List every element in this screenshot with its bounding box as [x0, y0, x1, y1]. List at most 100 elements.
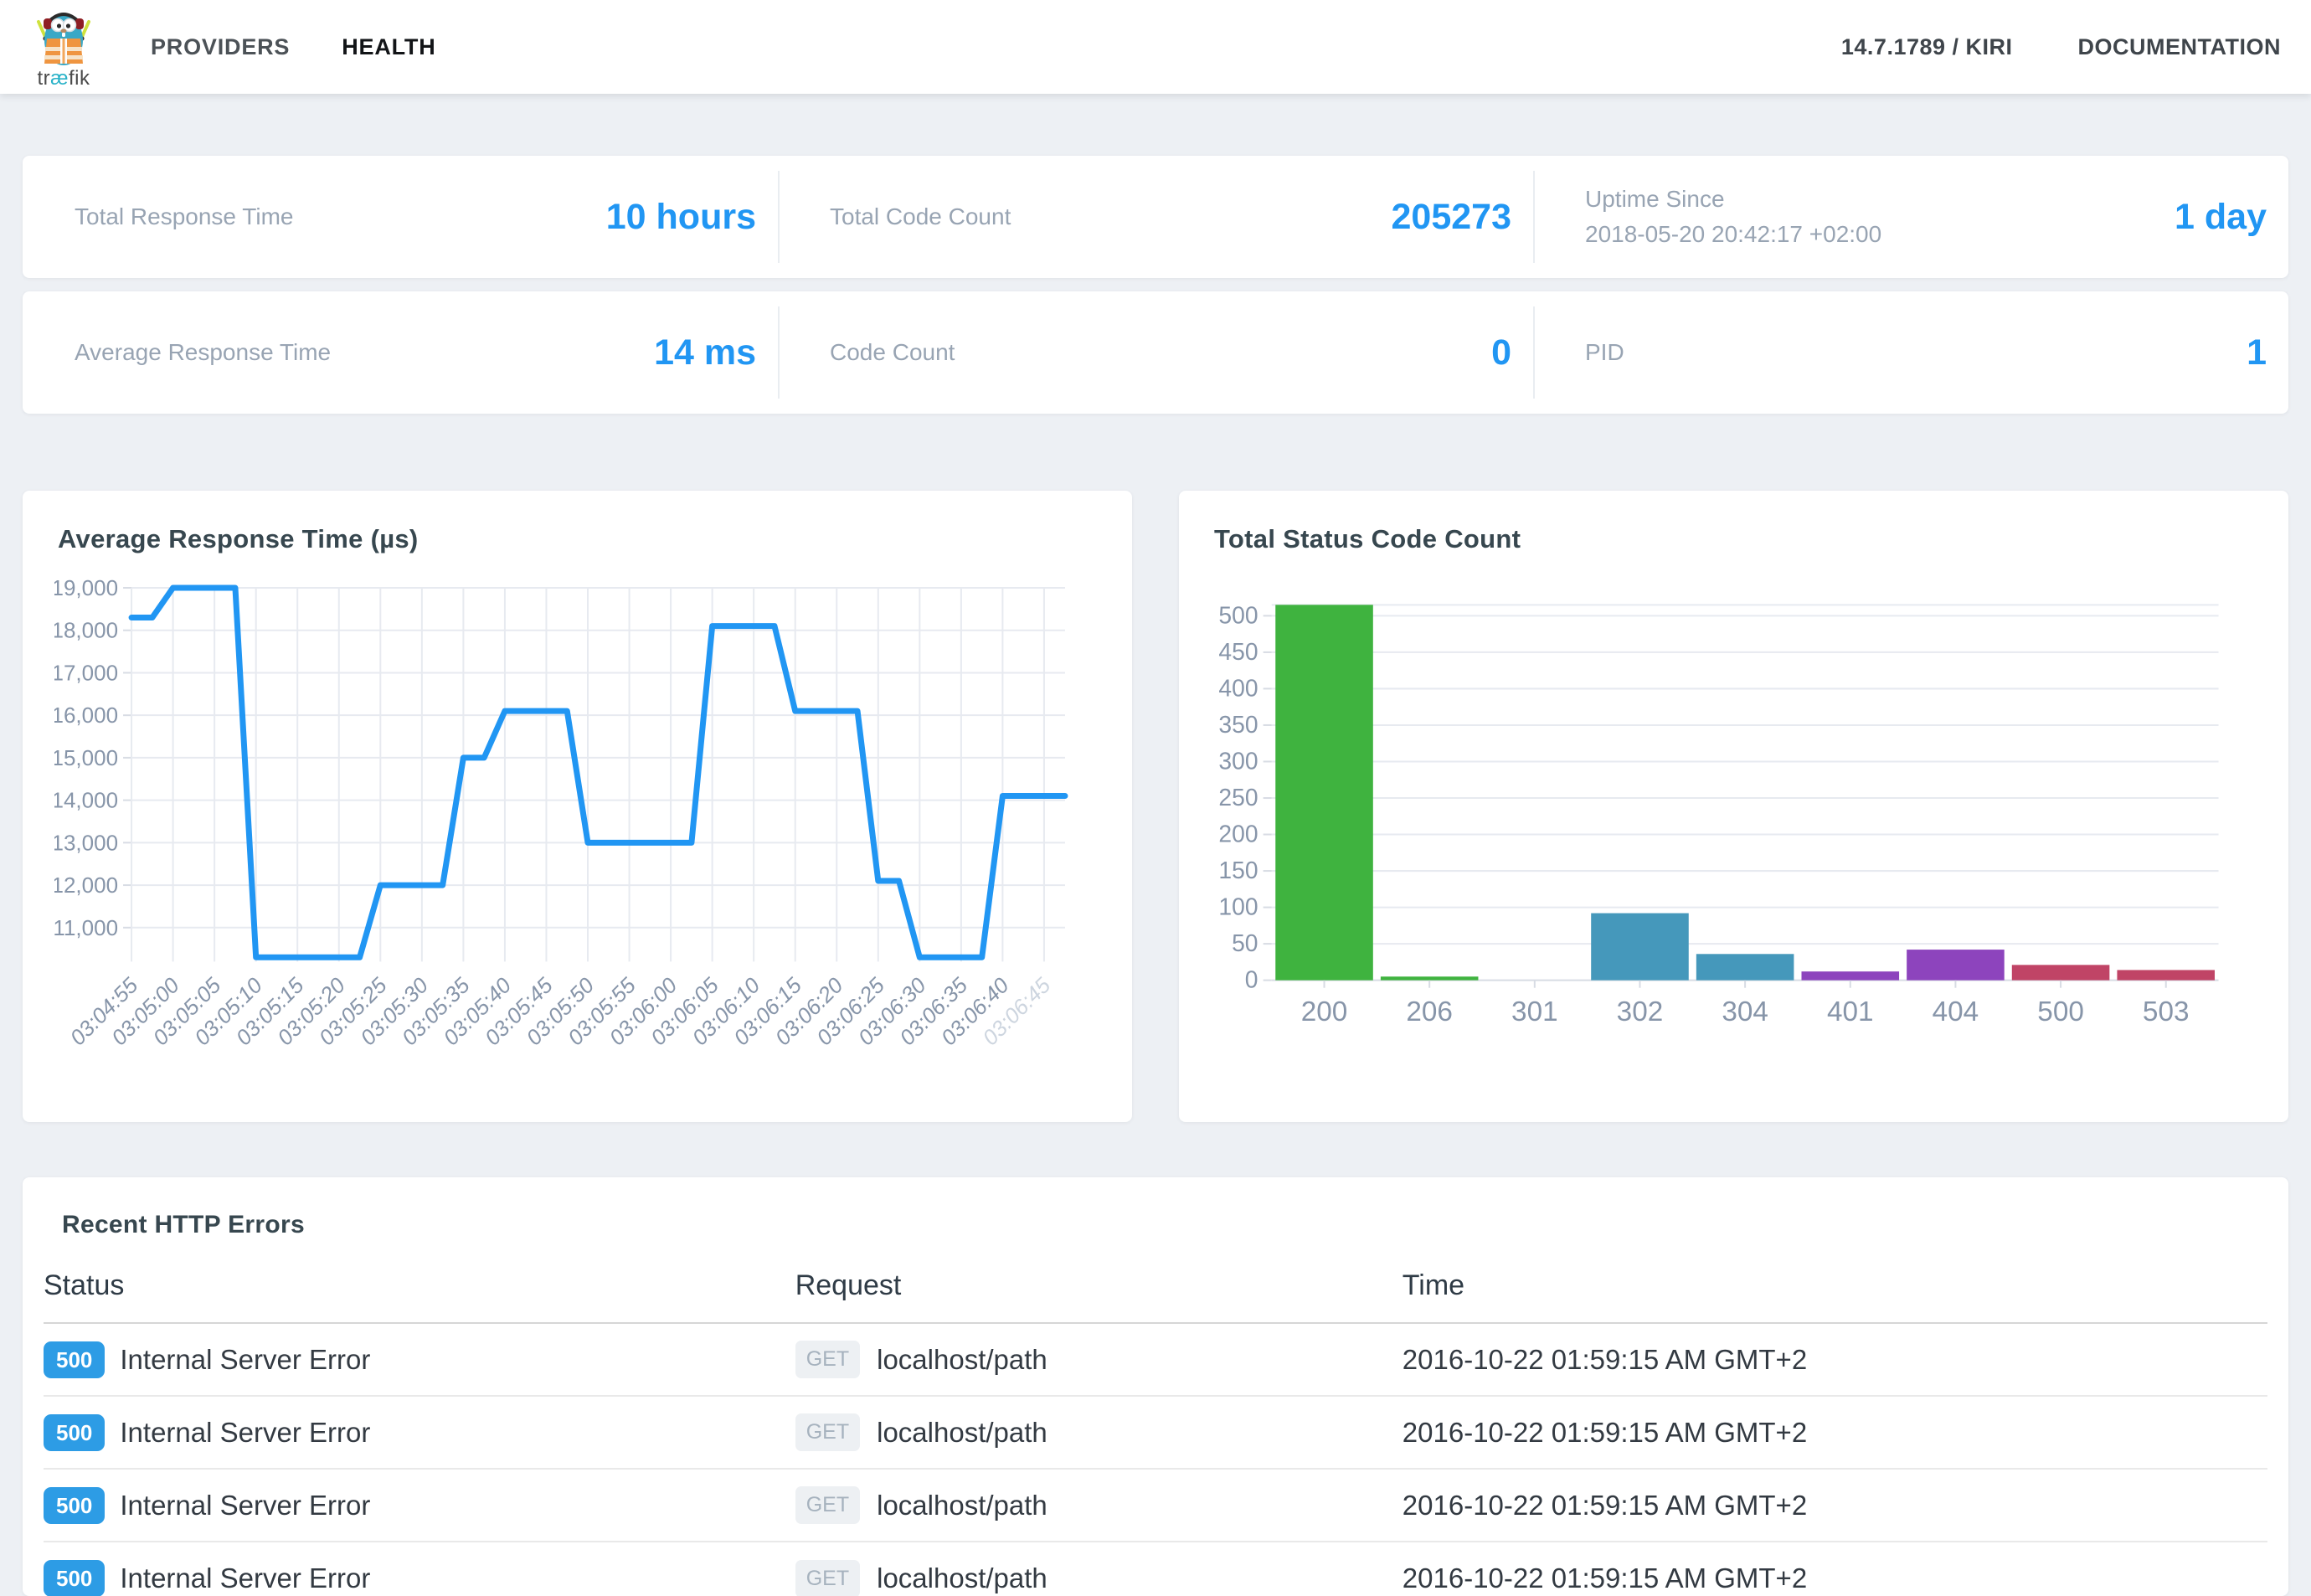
- stat-label: PID: [1585, 335, 1624, 370]
- errors-table-body: 500 Internal Server Error GET localhost/pat…: [44, 1324, 2267, 1596]
- errors-table-header: Status Request Time: [44, 1264, 2267, 1324]
- stat-total-response-time: Total Response Time 10 hours: [23, 156, 778, 278]
- method-badge: GET: [795, 1413, 860, 1451]
- version-link[interactable]: 14.7.1789 / KIRI: [1841, 34, 2013, 60]
- status-code-badge: 500: [44, 1560, 105, 1596]
- svg-text:50: 50: [1232, 929, 1258, 956]
- stat-label: Total Code Count: [830, 199, 1011, 234]
- svg-text:304: 304: [1722, 996, 1768, 1027]
- stat-uptime-since: Uptime Since 2018-05-20 20:42:17 +02:00 …: [1533, 156, 2288, 278]
- stat-value: 0: [1491, 332, 1511, 373]
- nav-item-health[interactable]: HEALTH: [342, 34, 435, 60]
- bar-404: [1907, 950, 2005, 981]
- svg-text:150: 150: [1218, 857, 1258, 883]
- stat-label: Total Response Time: [75, 199, 293, 234]
- response-time-line-chart: 11,00012,00013,00014,00015,00016,00017,0…: [54, 576, 1100, 1067]
- stat-average-response-time: Average Response Time 14 ms: [23, 291, 778, 414]
- recent-http-errors-panel: Recent HTTP Errors Status Request Time 5…: [23, 1177, 2288, 1596]
- bar-503: [2117, 970, 2215, 980]
- svg-text:19,000: 19,000: [54, 576, 118, 600]
- time-cell: 2016-10-22 01:59:15 AM GMT+2: [1403, 1563, 2267, 1594]
- stat-value: 14 ms: [654, 332, 756, 373]
- status-cell: 500Internal Server Error: [44, 1487, 795, 1524]
- stat-pid: PID 1: [1533, 291, 2288, 414]
- column-header-request: Request: [795, 1269, 1403, 1302]
- stat-label: Uptime Since 2018-05-20 20:42:17 +02:00: [1585, 182, 1881, 252]
- status-code-bar-chart: 0501001502002503003504004505002002063013…: [1211, 576, 2257, 1072]
- method-badge: GET: [795, 1486, 860, 1524]
- svg-text:400: 400: [1218, 675, 1258, 702]
- svg-text:100: 100: [1218, 893, 1258, 920]
- line-chart-title: Average Response Time (µs): [58, 524, 1100, 554]
- svg-text:301: 301: [1511, 996, 1558, 1027]
- time-cell: 2016-10-22 01:59:15 AM GMT+2: [1403, 1344, 2267, 1376]
- stats-row-totals: Total Response Time 10 hours Total Code …: [23, 156, 2288, 278]
- svg-text:200: 200: [1218, 821, 1258, 847]
- svg-text:503: 503: [2143, 996, 2190, 1027]
- svg-text:15,000: 15,000: [54, 745, 118, 770]
- stat-value: 10 hours: [606, 197, 756, 238]
- stat-value: 1 day: [2175, 197, 2267, 238]
- documentation-link[interactable]: DOCUMENTATION: [2078, 34, 2281, 60]
- nav-links: PROVIDERS HEALTH: [151, 34, 436, 60]
- errors-table-title: Recent HTTP Errors: [62, 1211, 2267, 1239]
- nav-right: 14.7.1789 / KIRI DOCUMENTATION: [1841, 34, 2281, 60]
- error-row: 500Internal Server ErrorGETlocalhost/pat…: [44, 1397, 2267, 1470]
- response-time-chart-panel: Average Response Time (µs) 11,00012,0001…: [23, 491, 1132, 1122]
- logo-wordmark: træfik: [37, 67, 90, 90]
- status-code-chart-panel: Total Status Code Count 0501001502002503…: [1179, 491, 2288, 1122]
- status-text: Internal Server Error: [120, 1417, 370, 1449]
- time-cell: 2016-10-22 01:59:15 AM GMT+2: [1403, 1490, 2267, 1521]
- stat-value: 1: [2247, 332, 2267, 373]
- error-row: 500 Internal Server Error GET localhost/pat…: [44, 1542, 2267, 1596]
- status-code-badge: 500: [44, 1487, 105, 1524]
- navbar: træfik PROVIDERS HEALTH 14.7.1789 / KIRI…: [0, 0, 2311, 94]
- stats-row-current: Average Response Time 14 ms Code Count 0…: [23, 291, 2288, 414]
- time-cell: 2016-10-22 01:59:15 AM GMT+2: [1403, 1417, 2267, 1449]
- request-path: localhost/path: [877, 1490, 1047, 1521]
- bar-chart-title: Total Status Code Count: [1214, 524, 2257, 554]
- svg-text:450: 450: [1218, 638, 1258, 665]
- traefik-logo[interactable]: træfik: [25, 8, 102, 90]
- stat-code-count: Code Count 0: [778, 291, 1533, 414]
- bar-304: [1696, 954, 1794, 980]
- stat-total-code-count: Total Code Count 205273: [778, 156, 1533, 278]
- status-text: Internal Server Error: [120, 1563, 370, 1594]
- svg-text:404: 404: [1933, 996, 1979, 1027]
- uptime-datetime: 2018-05-20 20:42:17 +02:00: [1585, 221, 1881, 247]
- request-path: localhost/path: [877, 1563, 1047, 1594]
- stat-value: 205273: [1392, 197, 1512, 238]
- request-cell: GET localhost/path: [795, 1560, 1403, 1596]
- svg-text:500: 500: [2037, 996, 2084, 1027]
- gopher-mascot-icon: [37, 8, 90, 69]
- bar-chart-svg: 0501001502002503003504004505002002063013…: [1211, 576, 2257, 1072]
- request-cell: GET localhost/path: [795, 1413, 1403, 1451]
- svg-text:206: 206: [1406, 996, 1453, 1027]
- status-code-badge: 500: [44, 1341, 105, 1378]
- request-path: localhost/path: [877, 1417, 1047, 1449]
- request-path: localhost/path: [877, 1344, 1047, 1376]
- column-header-time: Time: [1403, 1269, 2267, 1302]
- status-cell: 500 Internal Server Error: [44, 1560, 795, 1596]
- nav-item-providers[interactable]: PROVIDERS: [151, 34, 290, 60]
- bar-200: [1275, 605, 1373, 980]
- method-badge: GET: [795, 1560, 860, 1596]
- line-chart-svg: 11,00012,00013,00014,00015,00016,00017,0…: [54, 576, 1100, 1067]
- svg-text:350: 350: [1218, 711, 1258, 738]
- bar-500: [2012, 965, 2110, 980]
- svg-text:16,000: 16,000: [54, 703, 118, 728]
- request-cell: GETlocalhost/path: [795, 1341, 1403, 1378]
- svg-text:500: 500: [1218, 601, 1258, 628]
- status-cell: 500Internal Server Error: [44, 1341, 795, 1378]
- svg-text:13,000: 13,000: [54, 830, 118, 855]
- error-row: 500Internal Server ErrorGET localhost/pat…: [44, 1470, 2267, 1542]
- bar-401: [1801, 971, 1899, 980]
- charts-row: Average Response Time (µs) 11,00012,0001…: [23, 491, 2288, 1122]
- bar-302: [1591, 914, 1689, 981]
- column-header-status: Status: [44, 1269, 795, 1302]
- svg-text:401: 401: [1827, 996, 1874, 1027]
- svg-text:300: 300: [1218, 748, 1258, 775]
- svg-text:0: 0: [1245, 966, 1258, 993]
- svg-text:17,000: 17,000: [54, 660, 118, 685]
- svg-text:200: 200: [1301, 996, 1348, 1027]
